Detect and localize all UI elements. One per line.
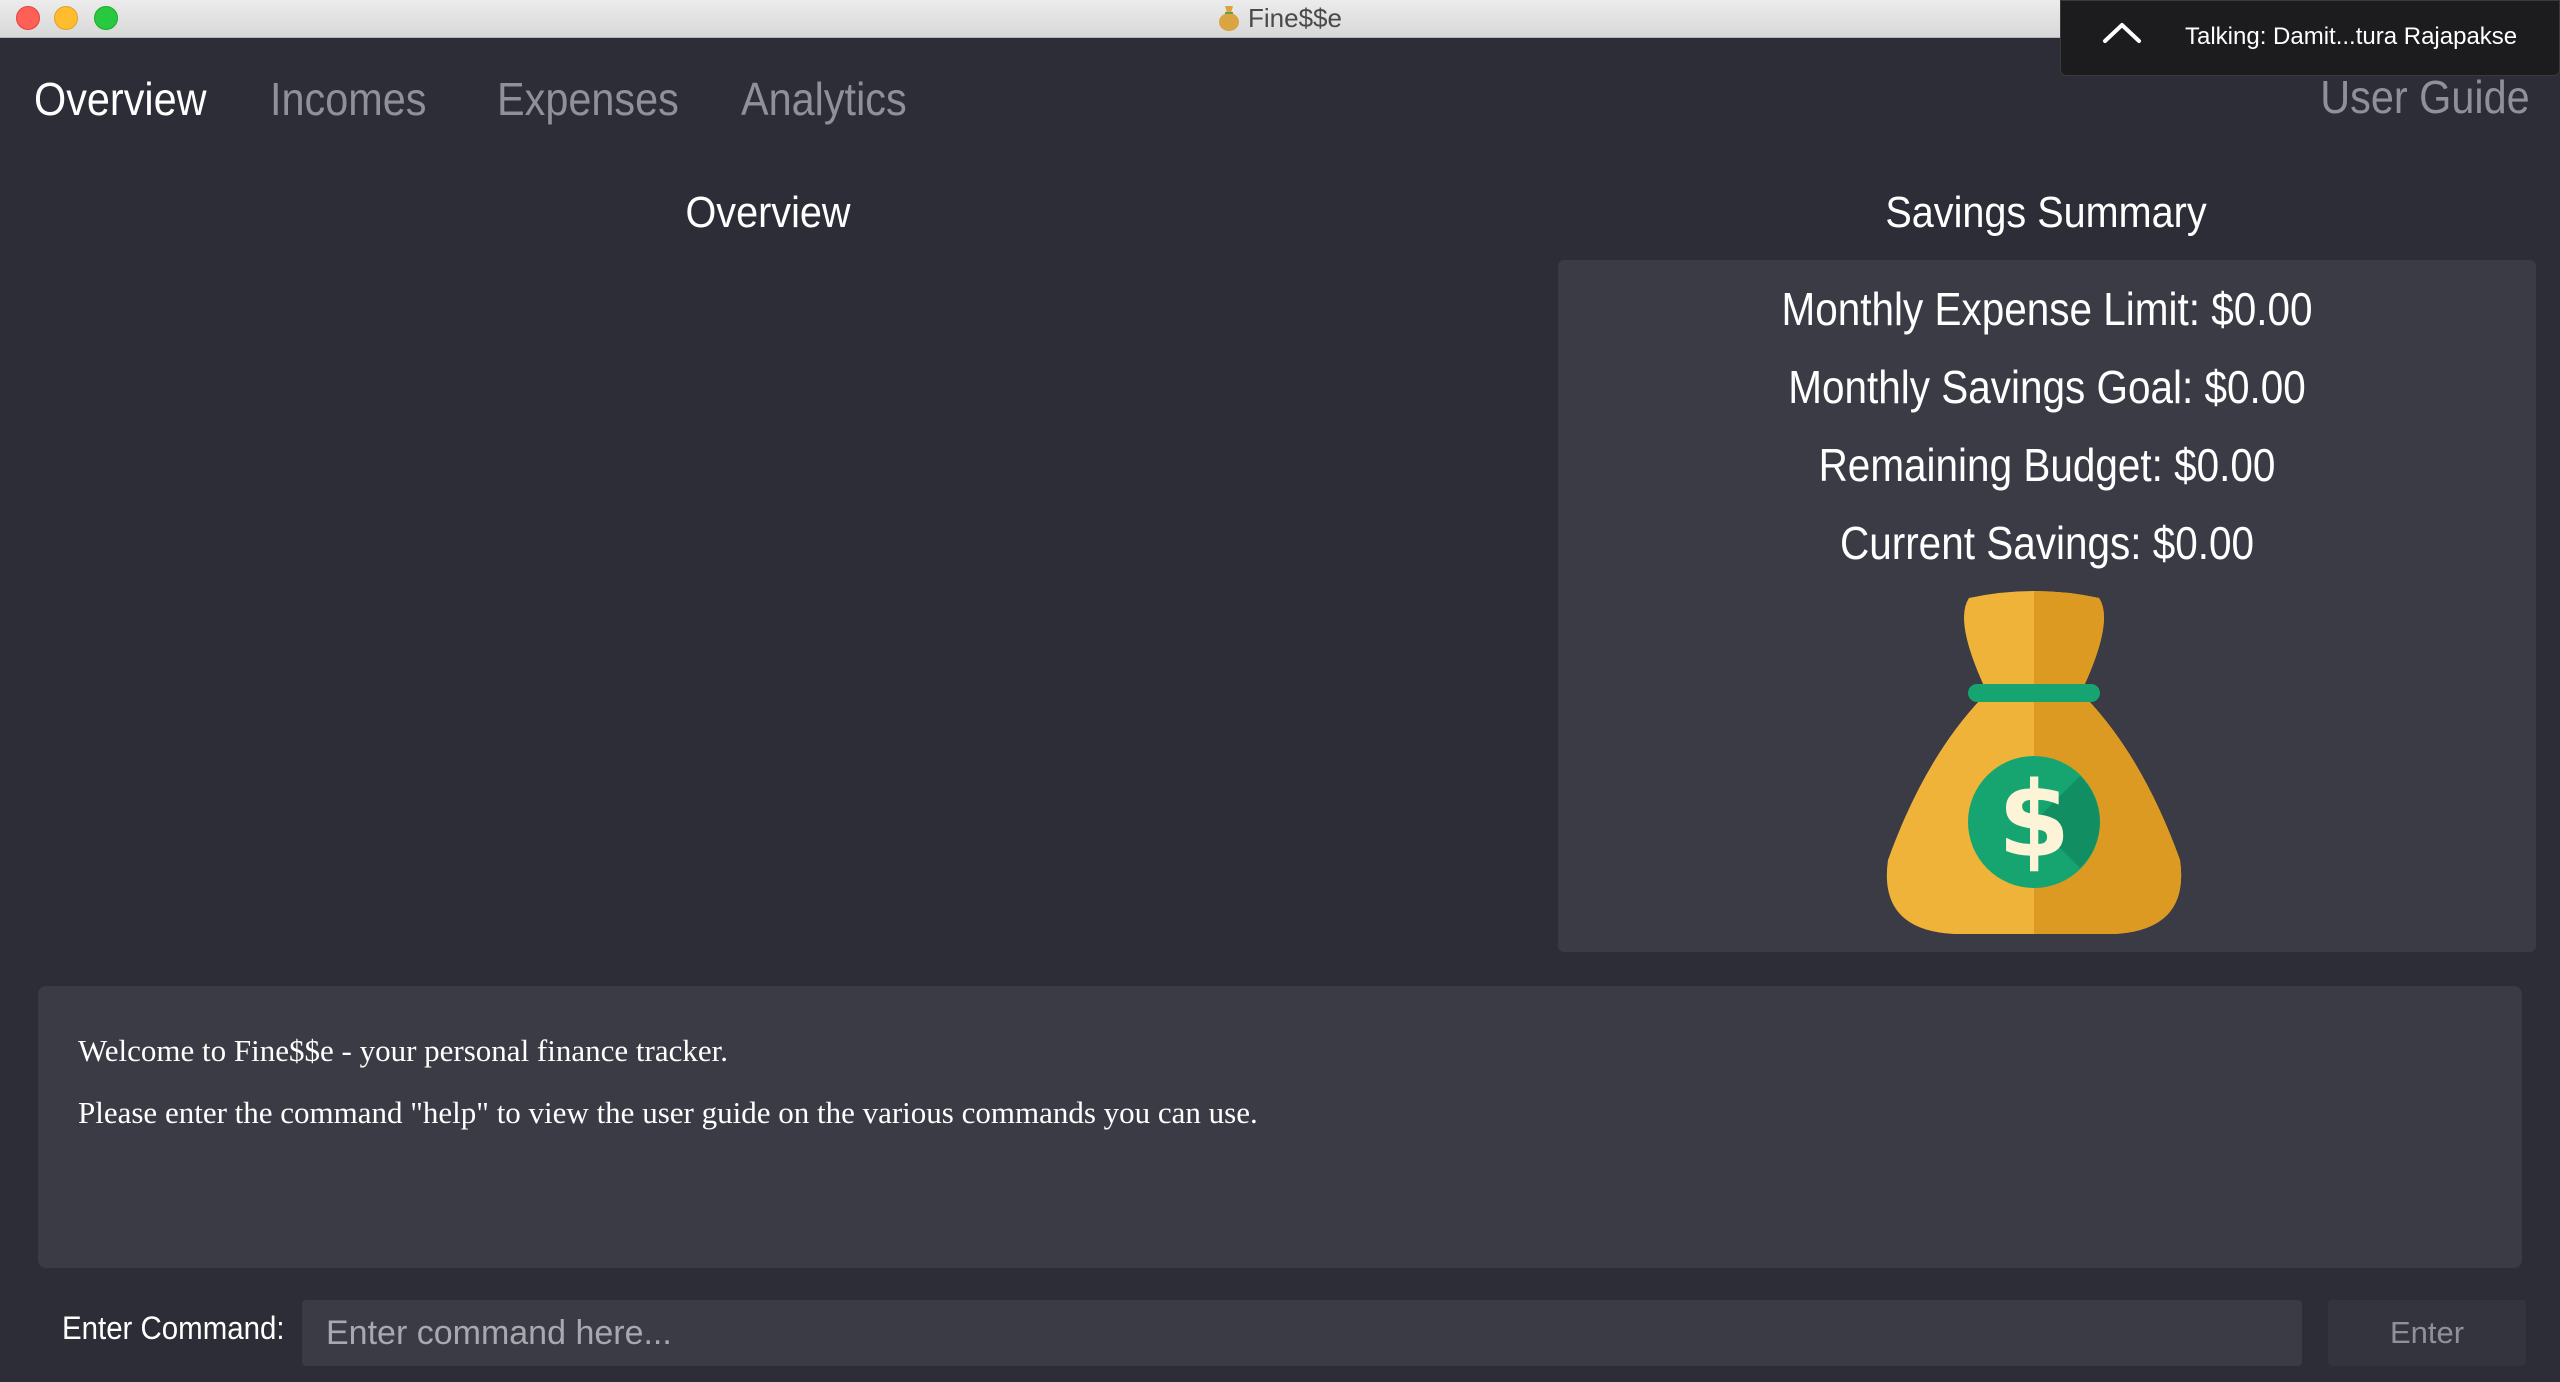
tab-expenses[interactable]: Expenses [497, 72, 679, 126]
result-line: Please enter the command "help" to view … [78, 1095, 1258, 1130]
savings-summary-card: Monthly Expense Limit: $0.00 Monthly Sav… [1558, 260, 2536, 952]
talking-text: Talking: Damit...tura Rajapakse [2185, 23, 2518, 50]
monthly-expense-limit: Monthly Expense Limit: $0.00 [1781, 283, 2313, 335]
monthly-savings-goal: Monthly Savings Goal: $0.00 [1788, 361, 2306, 413]
tab-overview[interactable]: Overview [34, 72, 207, 126]
window-title-text: Fine$$e [1248, 3, 1342, 33]
money-bag-icon: $ [1886, 591, 2182, 934]
current-savings: Current Savings: $0.00 [1839, 517, 2255, 569]
svg-text:$: $ [1998, 759, 2070, 881]
savings-summary-title: Savings Summary [1885, 188, 2207, 237]
command-input[interactable] [302, 1300, 2302, 1366]
result-display: Welcome to Fine$$e - your personal finan… [38, 986, 2522, 1268]
talking-overlay: Talking: Damit...tura Rajapakse [2060, 0, 2560, 76]
remaining-budget: Remaining Budget: $0.00 [1818, 439, 2276, 491]
result-line: Welcome to Fine$$e - your personal finan… [78, 1033, 728, 1068]
command-label: Enter Command: [62, 1310, 285, 1346]
enter-button[interactable]: Enter [2328, 1300, 2526, 1366]
chevron-up-icon[interactable] [2101, 17, 2143, 47]
user-guide-tab[interactable]: User Guide [2321, 70, 2530, 124]
tab-analytics[interactable]: Analytics [741, 72, 907, 126]
overview-title: Overview [685, 188, 851, 237]
money-bag-icon [1219, 6, 1240, 31]
tab-incomes[interactable]: Incomes [270, 72, 426, 126]
